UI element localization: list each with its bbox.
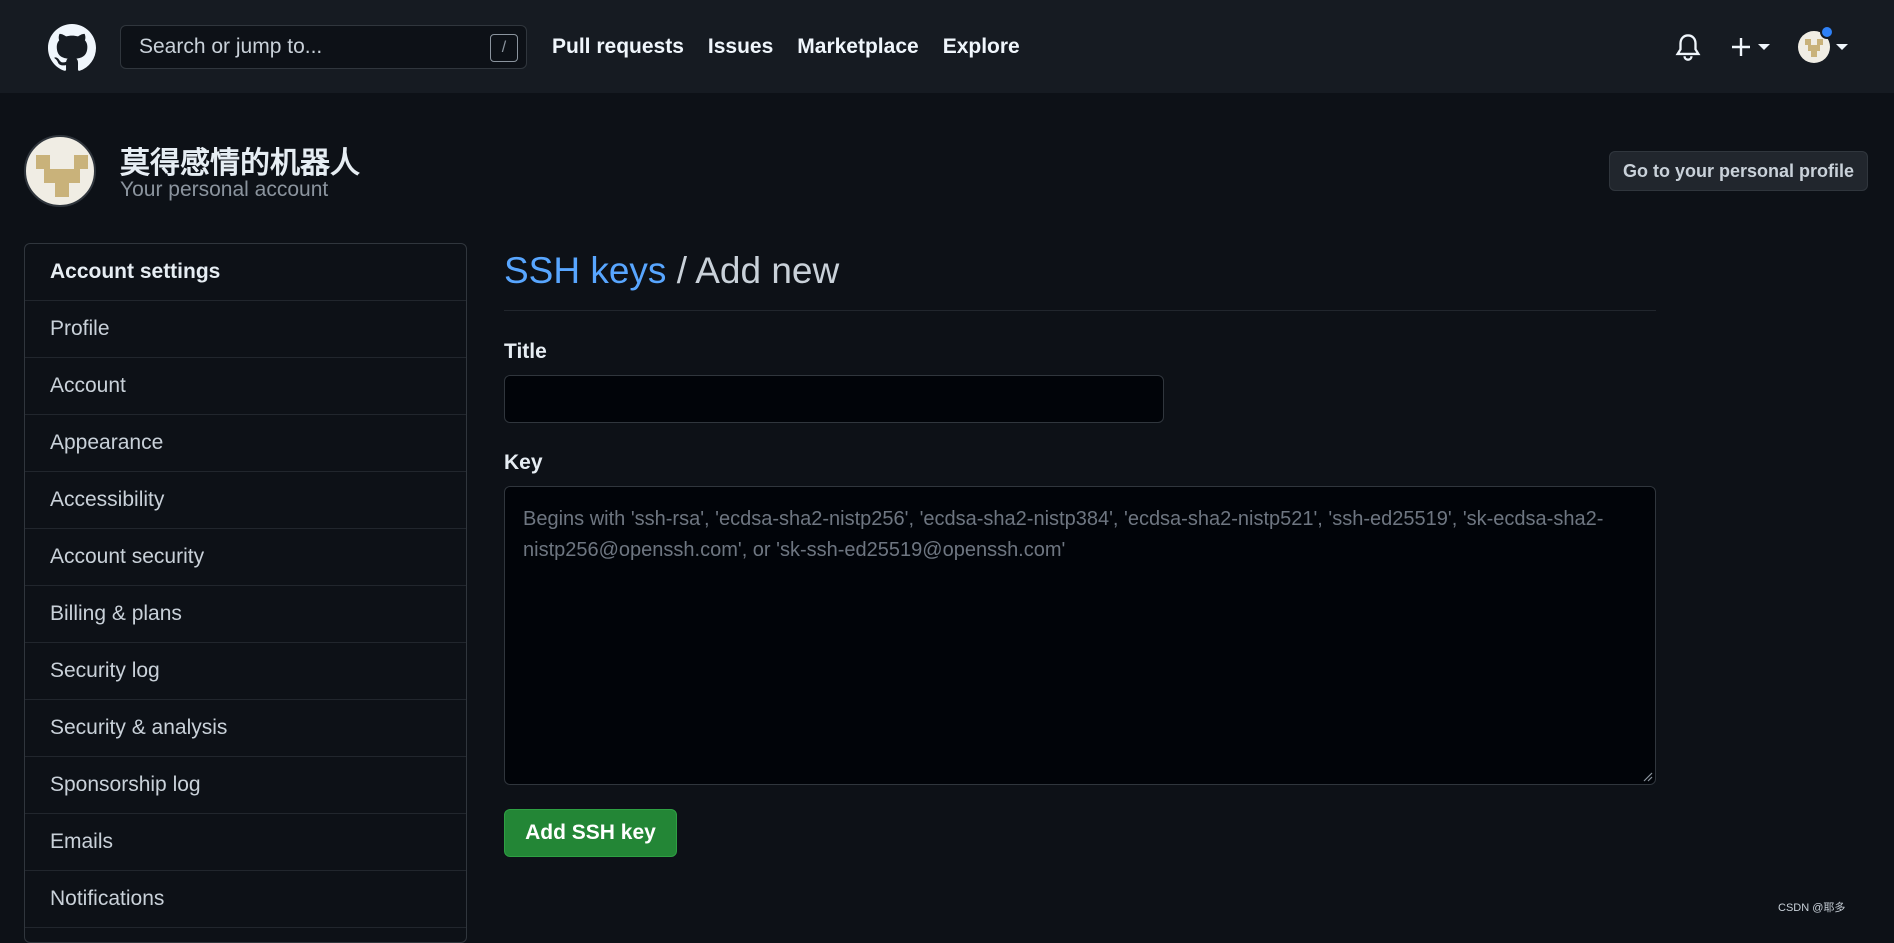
key-label: Key <box>504 451 543 474</box>
bell-icon[interactable] <box>1674 32 1702 62</box>
top-header: Search or jump to... / Pull requests Iss… <box>0 0 1894 93</box>
sidebar-item-accessibility[interactable]: Accessibility <box>25 472 466 529</box>
ssh-keys-link[interactable]: SSH keys <box>504 250 666 291</box>
title-input[interactable] <box>504 375 1164 423</box>
sidebar-item-notifications[interactable]: Notifications <box>25 871 466 928</box>
slash-shortcut-key: / <box>490 34 518 62</box>
sidebar-item-billing[interactable]: Billing & plans <box>25 586 466 643</box>
global-nav: Pull requests Issues Marketplace Explore <box>552 0 1020 93</box>
sidebar-item-sponsorship-log[interactable]: Sponsorship log <box>25 757 466 814</box>
title-label: Title <box>504 340 547 363</box>
sidebar-item-account[interactable]: Account <box>25 358 466 415</box>
search-placeholder: Search or jump to... <box>139 35 323 58</box>
settings-sidebar: Account settings Profile Account Appeara… <box>24 243 467 943</box>
page-title: SSH keys / Add new <box>504 250 839 292</box>
account-avatar[interactable] <box>24 135 96 207</box>
go-to-profile-button[interactable]: Go to your personal profile <box>1609 151 1868 191</box>
sidebar-item-appearance[interactable]: Appearance <box>25 415 466 472</box>
notification-dot <box>1820 24 1834 39</box>
chevron-down-icon <box>1836 43 1848 50</box>
create-new-menu[interactable] <box>1730 36 1770 58</box>
title-divider <box>504 310 1656 311</box>
avatar-identicon-icon <box>36 155 88 197</box>
nav-marketplace[interactable]: Marketplace <box>797 35 918 59</box>
sidebar-item-security-analysis[interactable]: Security & analysis <box>25 700 466 757</box>
plus-icon <box>1732 37 1750 56</box>
sidebar-item-account-security[interactable]: Account security <box>25 529 466 586</box>
chevron-down-icon <box>1758 43 1770 50</box>
key-textarea[interactable] <box>504 486 1656 785</box>
add-ssh-key-button[interactable]: Add SSH key <box>504 809 677 857</box>
watermark: CSDN @耶多 <box>1778 902 1846 914</box>
nav-issues[interactable]: Issues <box>708 35 773 59</box>
account-subtitle: Your personal account <box>120 178 329 201</box>
search-input[interactable]: Search or jump to... / <box>120 25 527 69</box>
account-name: 莫得感情的机器人 <box>120 147 360 180</box>
nav-pull-requests[interactable]: Pull requests <box>552 35 684 59</box>
nav-explore[interactable]: Explore <box>943 35 1020 59</box>
user-menu[interactable] <box>1798 24 1848 63</box>
sidebar-item-security-log[interactable]: Security log <box>25 643 466 700</box>
sidebar-heading: Account settings <box>25 244 466 301</box>
github-logo-icon[interactable] <box>48 24 96 72</box>
sidebar-item-profile[interactable]: Profile <box>25 301 466 358</box>
resize-handle-icon[interactable] <box>1641 770 1653 782</box>
page-title-rest: / Add new <box>666 250 840 291</box>
sidebar-item-emails[interactable]: Emails <box>25 814 466 871</box>
header-actions <box>1674 0 1848 93</box>
